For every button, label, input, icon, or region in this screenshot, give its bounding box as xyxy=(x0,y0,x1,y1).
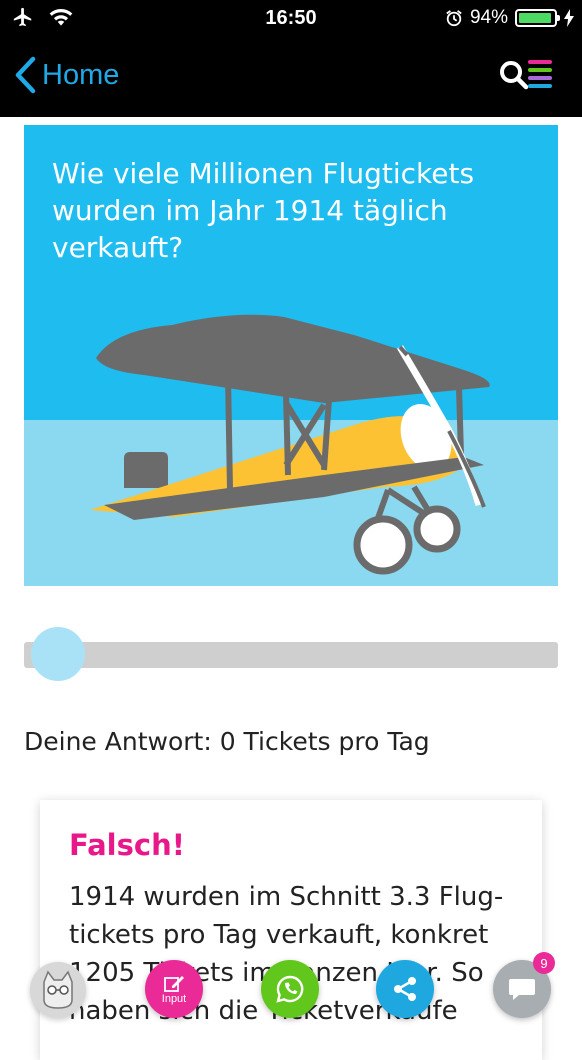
edit-icon xyxy=(164,976,184,992)
input-button[interactable]: Input xyxy=(145,960,203,1018)
question-hero: Wie viele Millionen Flugtickets wurden i… xyxy=(24,125,558,586)
result-title: Falsch! xyxy=(69,828,185,862)
battery-percent: 94% xyxy=(469,7,508,28)
chat-badge: 9 xyxy=(533,952,555,974)
answer-text: Deine Antwort: 0 Tickets pro Tag xyxy=(24,727,430,756)
input-label: Input xyxy=(161,993,187,1005)
status-bar: 16:50 94% xyxy=(0,0,582,38)
answer-slider[interactable] xyxy=(24,627,558,681)
battery-icon xyxy=(515,9,560,27)
share-icon xyxy=(394,977,416,1001)
search-menu-button[interactable] xyxy=(498,58,554,96)
slider-thumb[interactable] xyxy=(31,627,85,681)
back-label: Home xyxy=(42,58,120,91)
biplane-illustration xyxy=(90,314,490,575)
share-button[interactable] xyxy=(376,960,434,1018)
whatsapp-icon xyxy=(276,975,304,1003)
search-menu-icon xyxy=(500,60,552,90)
back-button[interactable]: Home xyxy=(14,56,119,94)
result-card: Falsch! 1914 wurden im Schnitt 3.3 Flug-… xyxy=(40,800,542,1060)
cat-mascot-icon xyxy=(43,970,73,1009)
alarm-icon xyxy=(446,10,462,27)
chat-bubble-icon xyxy=(509,979,535,1000)
charging-bolt-icon xyxy=(564,9,574,27)
battery-fill xyxy=(519,13,551,23)
chevron-left-icon xyxy=(15,56,36,94)
status-right: 94% xyxy=(445,7,574,29)
chat-button[interactable]: 9 xyxy=(493,952,555,1018)
mascot-button[interactable] xyxy=(30,962,86,1018)
nav-bar: Home xyxy=(0,38,582,117)
slider-track[interactable] xyxy=(24,642,558,668)
whatsapp-button[interactable] xyxy=(261,960,319,1018)
